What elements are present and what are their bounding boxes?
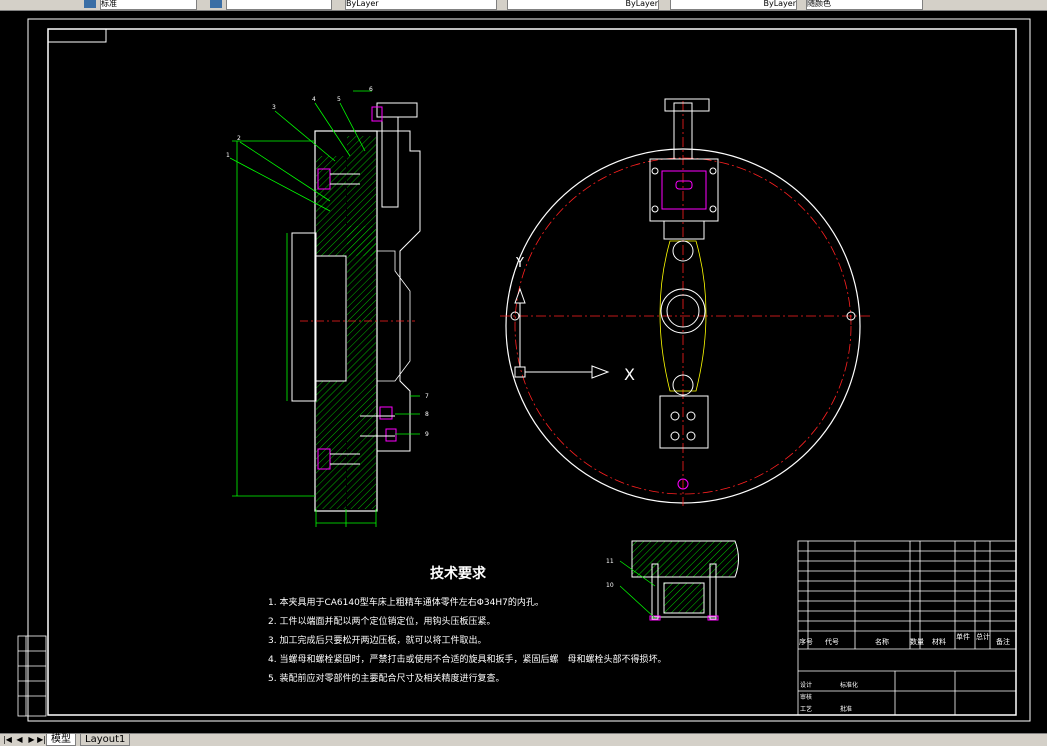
layout-tab-bar: |◀ ◀ ▶ ▶| 模型 Layout1 [0, 733, 1047, 746]
svg-text:名称: 名称 [875, 637, 889, 646]
note-line: 5. 装配前应对零部件的主要配合尺寸及相关精度进行复查。 [268, 672, 504, 684]
title-block-sign: 设计 审核 工艺 标准化 批准 [800, 681, 858, 713]
svg-text:8: 8 [425, 411, 429, 418]
layer-dropdown[interactable]: ByLayer [345, 0, 497, 10]
svg-text:5: 5 [337, 96, 341, 103]
ucs-y-label: Y [515, 256, 524, 271]
properties-toolbar: 标准 ByLayer ByLayer ByLayer 随颜色 [0, 0, 1047, 11]
prev-tab-icon[interactable]: ◀ [14, 735, 25, 744]
svg-text:材料: 材料 [932, 637, 946, 646]
frame-tag [47, 28, 107, 43]
linetype-dropdown[interactable]: ByLayer [507, 0, 659, 10]
section-view [291, 102, 421, 512]
svg-text:工艺: 工艺 [800, 705, 812, 713]
svg-text:单件: 单件 [956, 632, 970, 641]
note-line: 4. 当螺母和螺栓紧固时，严禁打击或使用不合适的旋具和扳手，紧固后螺 母和螺栓头… [268, 653, 666, 665]
svg-text:标准化: 标准化 [840, 681, 858, 689]
svg-text:4: 4 [312, 96, 316, 103]
front-view [500, 98, 870, 506]
svg-text:设计: 设计 [800, 681, 812, 689]
svg-text:2: 2 [237, 135, 241, 142]
svg-text:总计: 总计 [976, 632, 990, 641]
svg-text:3: 3 [272, 104, 276, 111]
note-line: 1. 本夹具用于CA6140型车床上粗精车通体零件左右Φ34H7的内孔。 [268, 596, 544, 608]
text-style-icon[interactable] [84, 0, 96, 8]
outer-frame [27, 18, 1031, 722]
svg-text:9: 9 [425, 431, 429, 438]
first-tab-icon[interactable]: |◀ [2, 735, 13, 744]
svg-text:1: 1 [226, 152, 230, 159]
detail-callouts: 11 10 [606, 558, 614, 589]
svg-text:代号: 代号 [825, 637, 839, 646]
lineweight-dropdown[interactable]: ByLayer [670, 0, 797, 10]
svg-text:数量: 数量 [910, 637, 924, 646]
tab-layout1[interactable]: Layout1 [80, 734, 131, 746]
svg-text:10: 10 [606, 582, 614, 589]
tab-model[interactable]: 模型 [46, 734, 76, 746]
svg-text:批准: 批准 [840, 705, 852, 713]
plot-style-dropdown[interactable]: 随颜色 [806, 0, 923, 10]
svg-text:审核: 审核 [800, 693, 812, 701]
note-line: 2. 工件以端面并配以两个定位销定位，用钩头压板压紧。 [268, 615, 495, 627]
drawing-canvas[interactable]: 1 2 3 4 5 6 7 8 9 X Y 11 10 技术要求 1. 本夹具用于CA614… [0, 11, 1047, 733]
title-block-header: 序号 代号 名称 数量 材料 单件 总计 备注 [799, 632, 1010, 646]
notes-title: 技术要求 [430, 565, 487, 582]
ucs-x-label: X [624, 365, 635, 384]
svg-text:7: 7 [425, 393, 429, 400]
svg-text:6: 6 [369, 86, 373, 93]
svg-text:序号: 序号 [799, 637, 813, 646]
cad-drawing: 1 2 3 4 5 6 7 8 9 X Y 1110 技术要求 1. 本夹具用于CA614… [17, 18, 1031, 722]
left-side-table [17, 635, 47, 717]
text-style-dropdown[interactable]: 标准 [100, 0, 197, 10]
title-block [797, 540, 1017, 716]
dim-style-dropdown[interactable] [226, 0, 332, 10]
notes-list: 1. 本夹具用于CA6140型车床上粗精车通体零件左右Φ34H7的内孔。 2. … [268, 596, 666, 684]
dim-style-icon[interactable] [210, 0, 222, 8]
svg-text:11: 11 [606, 558, 614, 565]
svg-text:备注: 备注 [996, 637, 1010, 646]
detail-view [619, 540, 739, 621]
note-line: 3. 加工完成后只要松开两边压板，就可以将工件取出。 [268, 634, 486, 646]
